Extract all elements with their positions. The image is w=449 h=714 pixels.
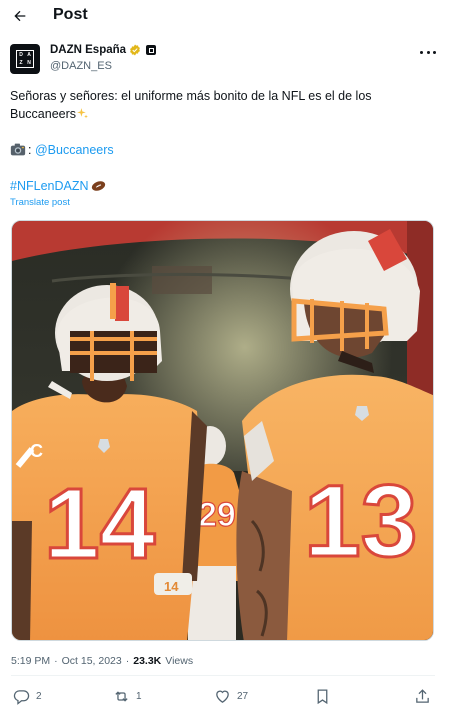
tweet-author: D A Z N DAZN España @DAZN_ES	[10, 40, 440, 80]
logo-letter: D	[19, 51, 23, 58]
tweet-photo[interactable]: 29 14 C 14 13	[11, 220, 434, 641]
share-button[interactable]	[414, 688, 431, 705]
tweet-meta: 5:19 PM · Oct 15, 2023 · 23.3K Views	[11, 655, 193, 667]
affiliate-badge-icon[interactable]	[146, 45, 157, 55]
tweet-hashtag-line: #NFLenDAZN	[10, 177, 106, 195]
logo-letter: A	[27, 51, 31, 58]
post-time[interactable]: 5:19 PM	[11, 655, 50, 667]
tweet-text-line: Señoras y señores: el uniforme más bonit…	[10, 89, 372, 103]
credit-prefix: :	[28, 143, 32, 157]
avatar[interactable]: D A Z N	[10, 44, 40, 74]
jersey-number-back: 29	[198, 496, 236, 534]
author-name-row: DAZN España	[50, 44, 157, 56]
post-date[interactable]: Oct 15, 2023	[62, 655, 122, 667]
wristband-number: 14	[164, 579, 179, 594]
bookmark-button[interactable]	[314, 688, 331, 705]
tweet-credit-line: : @Buccaneers	[10, 141, 114, 159]
arrow-left-icon[interactable]	[10, 6, 30, 26]
jersey-number-left: 14	[44, 468, 156, 580]
views-count: 23.3K	[133, 655, 162, 667]
divider	[11, 675, 435, 676]
tweet-text-line: Buccaneers	[10, 105, 89, 123]
author-handle[interactable]: @DAZN_ES	[50, 60, 112, 72]
captain-patch: C	[30, 441, 43, 461]
logo-letter: Z	[19, 59, 23, 66]
reply-button[interactable]: 2	[13, 688, 42, 705]
logo-letter: N	[27, 59, 31, 66]
camera-icon	[10, 143, 26, 156]
reply-count: 2	[36, 691, 42, 702]
hashtag-link[interactable]: #NFLenDAZN	[10, 179, 89, 193]
tweet: D A Z N DAZN España @DAZN_ES Señoras y s…	[10, 40, 440, 208]
top-bar: Post	[0, 0, 449, 32]
like-button[interactable]: 27	[214, 688, 248, 705]
tweet-text-word: Buccaneers	[10, 107, 77, 121]
views-label: Views	[165, 655, 194, 667]
share-icon	[416, 689, 429, 703]
separator: ·	[54, 655, 58, 667]
heart-icon	[216, 690, 229, 703]
football-icon	[91, 181, 105, 191]
dazn-logo: D A Z N	[16, 50, 34, 68]
translate-post-link[interactable]: Translate post	[10, 197, 70, 208]
mention-link[interactable]: @Buccaneers	[35, 143, 114, 157]
repost-button[interactable]: 1	[113, 688, 142, 705]
like-count: 27	[237, 691, 249, 702]
bookmark-icon	[317, 689, 328, 705]
repost-count: 1	[136, 691, 142, 702]
players-photo: 29 14 C 14 13	[12, 221, 433, 640]
page-title: Post	[53, 6, 88, 23]
separator: ·	[125, 655, 130, 667]
action-bar: 2 1 27	[11, 688, 435, 710]
more-options-icon[interactable]	[420, 46, 436, 58]
repost-icon	[115, 691, 128, 702]
author-name[interactable]: DAZN España	[50, 44, 126, 56]
verified-badge-icon[interactable]	[129, 44, 141, 56]
jersey-number-right: 13	[304, 464, 417, 578]
sparkles-icon	[77, 108, 88, 119]
reply-icon	[13, 690, 30, 705]
